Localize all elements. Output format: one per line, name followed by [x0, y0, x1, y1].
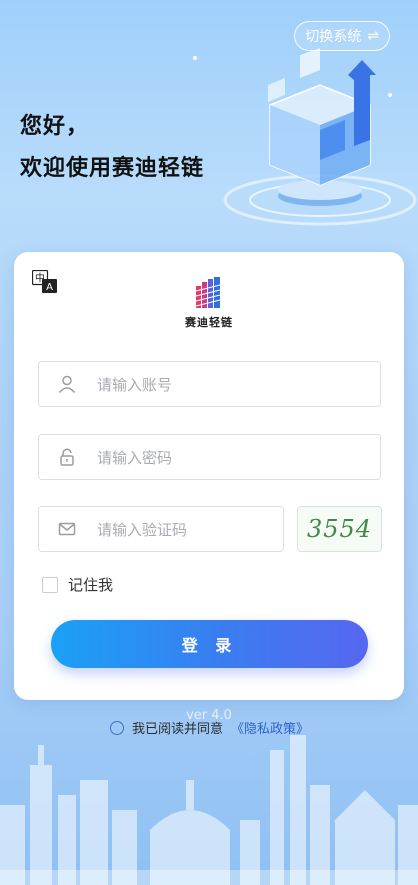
brand: 赛迪轻链	[14, 276, 404, 330]
privacy-policy-link[interactable]: 《隐私政策》	[231, 718, 309, 737]
password-placeholder: 请输入密码	[97, 448, 173, 467]
username-placeholder: 请输入账号	[97, 375, 173, 394]
agree-radio[interactable]	[110, 720, 124, 735]
remember-label: 记住我	[68, 576, 114, 594]
username-field[interactable]: 请输入账号	[38, 361, 381, 407]
captcha-image[interactable]: 3554	[297, 506, 382, 552]
captcha-field[interactable]: 请输入验证码	[38, 506, 284, 552]
mail-icon	[58, 522, 76, 536]
login-card: 中 A 赛迪轻链 请输入账号 请输入密码 请输入验证码 3554 记住我 登 录	[14, 252, 404, 700]
password-field[interactable]: 请输入密码	[38, 434, 381, 480]
brand-logo	[195, 277, 221, 308]
swap-arrows-icon: ⇌	[367, 28, 379, 44]
greeting-title: 您好，	[20, 114, 90, 139]
switch-system-label: 切换系统	[305, 29, 362, 45]
remember-checkbox[interactable]	[42, 576, 58, 593]
login-button[interactable]: 登 录	[51, 620, 368, 668]
user-icon	[58, 375, 76, 393]
switch-system-button[interactable]: 切换系统 ⇌	[294, 21, 390, 51]
remember-me[interactable]: 记住我	[42, 574, 113, 595]
welcome-title: 欢迎使用赛迪轻链	[20, 156, 205, 181]
agree-text: 我已阅读并同意	[132, 722, 224, 737]
privacy-agreement: 我已阅读并同意 《隐私政策》	[110, 718, 309, 737]
brand-name: 赛迪轻链	[185, 316, 233, 329]
lock-icon	[60, 448, 74, 466]
captcha-placeholder: 请输入验证码	[97, 520, 188, 539]
